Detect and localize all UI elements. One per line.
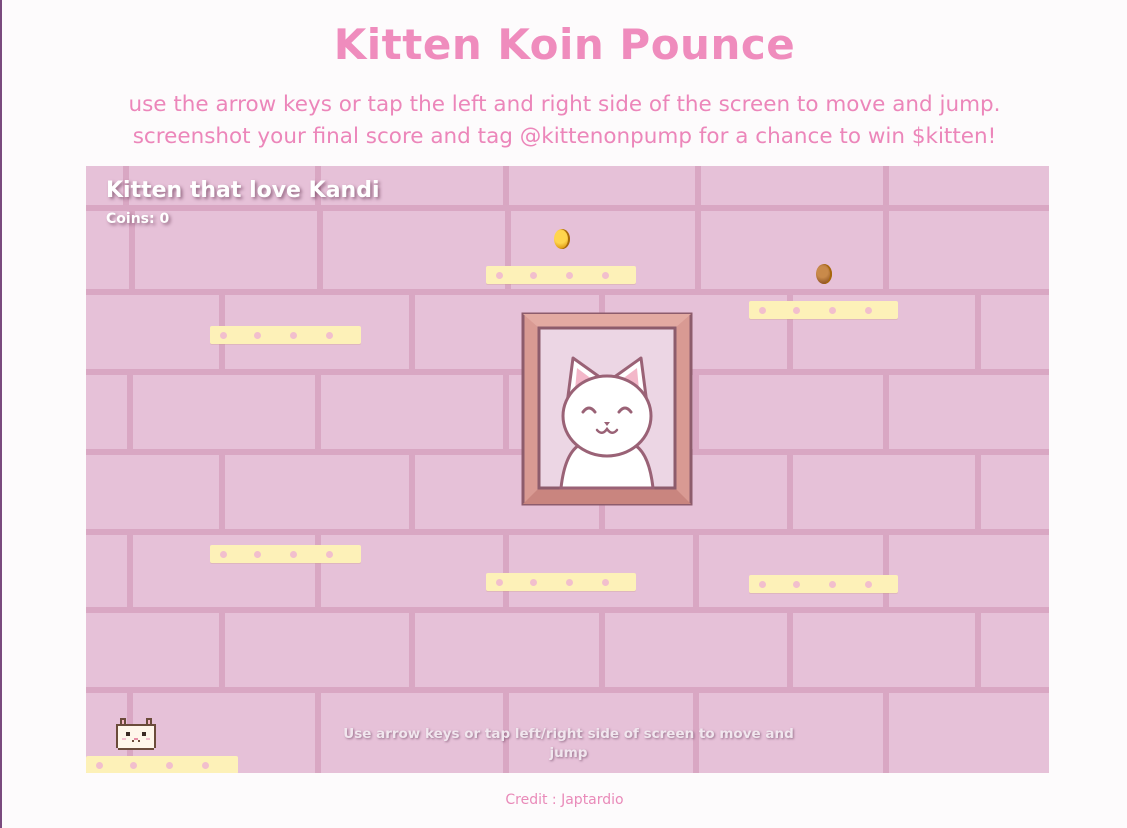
- coin-counter-label: Coins:: [106, 211, 155, 227]
- player-kitten[interactable]: [114, 714, 158, 754]
- platform: [486, 573, 636, 591]
- controls-hint: Use arrow keys or tap left/right side of…: [343, 726, 794, 761]
- platform: [749, 301, 898, 319]
- hud-title: Kitten that love Kandi: [106, 178, 380, 203]
- ground-platform: [86, 756, 238, 773]
- platform: [210, 545, 361, 563]
- platform: [749, 575, 898, 593]
- game-canvas[interactable]: Kitten that love Kandi Coins: 0 Use arro…: [86, 166, 1049, 773]
- coin-counter-value: 0: [159, 211, 170, 227]
- cat-portrait: [521, 312, 693, 506]
- instructions-line-1: use the arrow keys or tap the left and r…: [128, 92, 1001, 117]
- platform: [210, 326, 361, 344]
- gold-coin-icon: [554, 229, 570, 249]
- page: Kitten Koin Pounce use the arrow keys or…: [0, 0, 1127, 828]
- credit-text: Credit : Japtardio: [505, 792, 624, 808]
- bronze-coin-icon: [816, 264, 832, 284]
- instructions-line-2: screenshot your final score and tag @kit…: [132, 124, 997, 149]
- coin-counter: Coins: 0: [106, 211, 169, 227]
- platform: [486, 266, 636, 284]
- page-title: Kitten Koin Pounce: [333, 20, 796, 69]
